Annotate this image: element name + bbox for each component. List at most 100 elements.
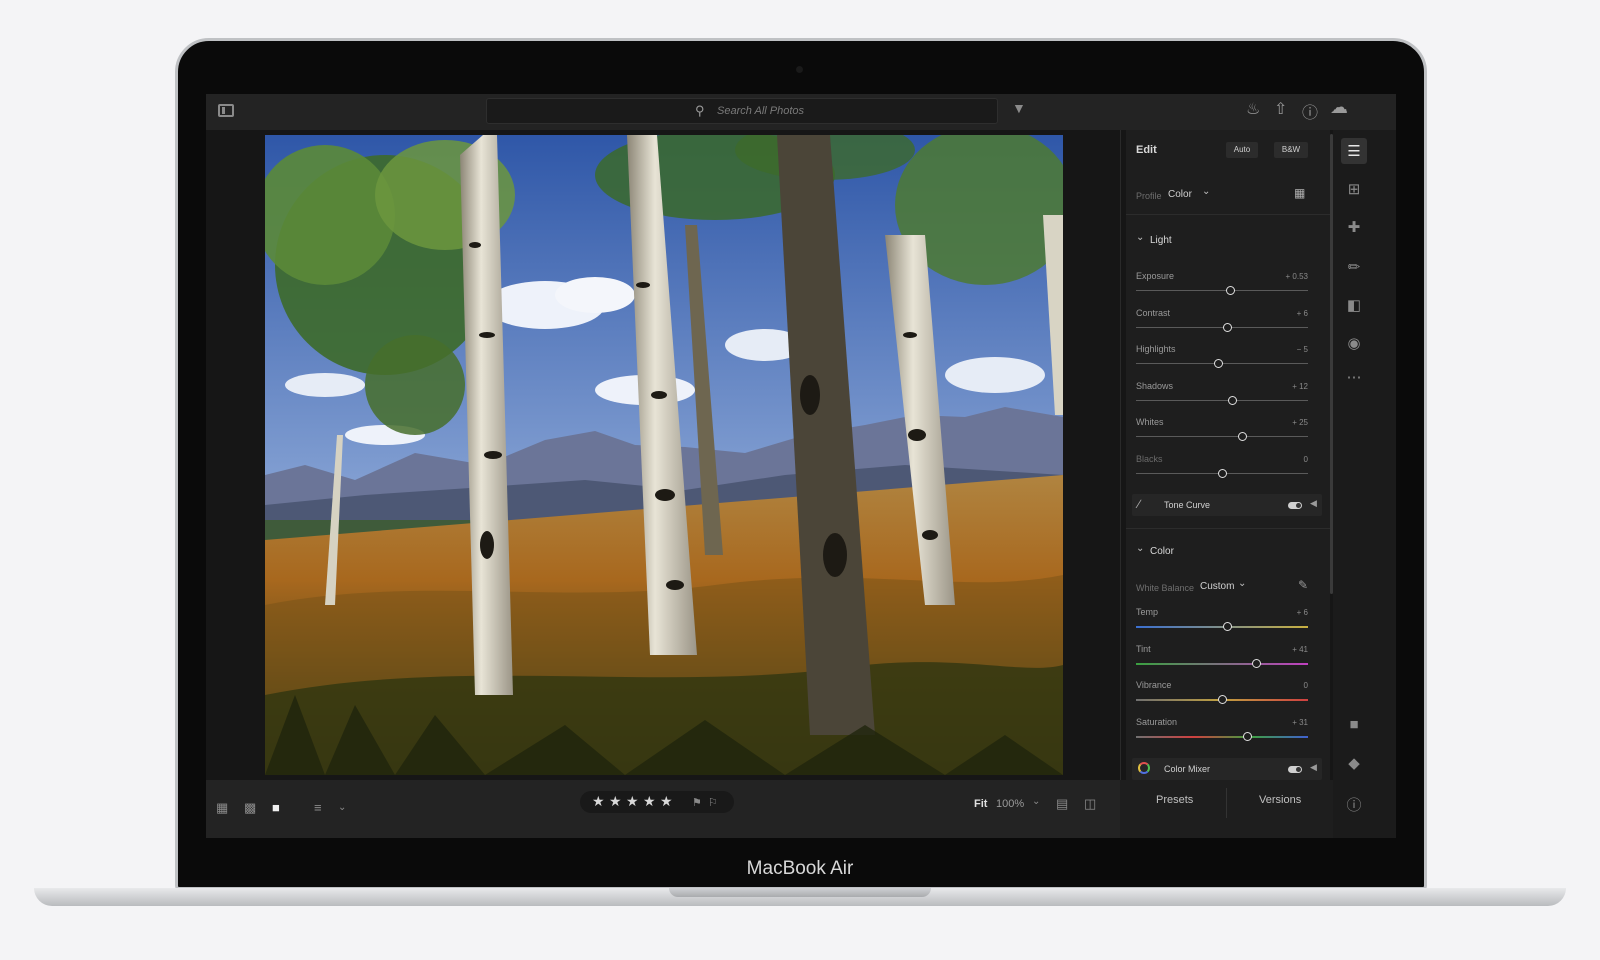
slider-thumb[interactable]: [1251, 658, 1261, 668]
crop-icon[interactable]: ⊞: [1342, 180, 1366, 198]
slider-thumb[interactable]: [1238, 432, 1248, 441]
color-mixer-toggle[interactable]: [1288, 766, 1302, 773]
tag-icon[interactable]: ◆: [1342, 754, 1366, 772]
slider-thumb[interactable]: [1214, 359, 1224, 368]
filter-icon[interactable]: ▼: [1012, 100, 1026, 116]
star-icon[interactable]: ★: [660, 793, 673, 810]
white-balance-chevron-icon[interactable]: ⌄: [1238, 578, 1246, 589]
slider-label: Saturation: [1136, 716, 1178, 727]
profile-value[interactable]: Color: [1168, 189, 1192, 200]
linear-gradient-icon[interactable]: ◧: [1342, 296, 1366, 314]
slider-track[interactable]: [1136, 662, 1308, 665]
sort-chevron-icon[interactable]: ⌄: [338, 802, 346, 813]
color-mixer-icon: [1138, 762, 1150, 774]
slider-value[interactable]: 0: [1268, 681, 1308, 690]
fit-button[interactable]: Fit: [974, 798, 987, 810]
light-section-title[interactable]: Light: [1150, 235, 1172, 246]
laptop-notch: [669, 888, 931, 897]
star-icon[interactable]: ★: [643, 793, 656, 810]
detail-view-icon[interactable]: ■: [272, 800, 280, 815]
star-icon[interactable]: ★: [626, 793, 639, 810]
star-icon[interactable]: ★: [609, 793, 622, 810]
tab-divider: [1226, 788, 1227, 818]
screen: ⚲ Search All Photos ▼ ♨ ⇧ ⓘ ☁ Edit Auto …: [206, 94, 1396, 838]
slider-value[interactable]: + 6: [1268, 309, 1308, 318]
radial-gradient-icon[interactable]: ◉: [1342, 334, 1366, 352]
light-chevron-icon[interactable]: ⌄: [1136, 232, 1144, 243]
filmstrip-icon[interactable]: ▤: [1056, 796, 1068, 812]
tone-curve-toggle[interactable]: [1288, 502, 1302, 509]
pick-flag-icon[interactable]: ⚑: [692, 796, 702, 809]
tone-curve-icon: ∕: [1138, 497, 1141, 511]
slider-thumb[interactable]: [1217, 695, 1227, 704]
more-icon[interactable]: ⋯: [1342, 368, 1366, 386]
slider-value[interactable]: + 25: [1268, 418, 1308, 427]
slider-value[interactable]: + 12: [1268, 382, 1308, 391]
square-grid-icon[interactable]: ▩: [244, 800, 256, 816]
bell-icon[interactable]: ♨: [1246, 99, 1260, 119]
comment-icon[interactable]: ■: [1342, 716, 1366, 733]
slider-value[interactable]: + 6: [1268, 608, 1308, 617]
edit-title: Edit: [1136, 144, 1157, 156]
slider-value[interactable]: + 41: [1268, 645, 1308, 654]
search-input[interactable]: ⚲ Search All Photos: [486, 98, 998, 124]
bw-button[interactable]: B&W: [1274, 142, 1308, 158]
slider-track[interactable]: [1136, 735, 1308, 738]
white-balance-value[interactable]: Custom: [1200, 581, 1234, 592]
main-photo: [265, 135, 1063, 775]
tone-curve-row[interactable]: ∕ Tone Curve ◀: [1132, 494, 1322, 516]
share-icon[interactable]: ⇧: [1274, 99, 1287, 119]
star-icon[interactable]: ★: [592, 793, 605, 810]
slider-label: Vibrance: [1136, 680, 1172, 690]
slider-label: Contrast: [1136, 307, 1171, 318]
tab-versions[interactable]: Versions: [1259, 794, 1301, 806]
color-section-title[interactable]: Color: [1150, 546, 1174, 557]
auto-button[interactable]: Auto: [1226, 142, 1258, 158]
slider-thumb[interactable]: [1226, 286, 1236, 295]
slider-track[interactable]: [1136, 399, 1308, 401]
eyedropper-icon[interactable]: ✎: [1298, 578, 1308, 592]
slider-thumb[interactable]: [1227, 395, 1237, 405]
slider-value[interactable]: + 0.53: [1268, 272, 1308, 281]
divider: [1126, 214, 1330, 215]
tool-rail: ☰ ⊞ ✚ ✏ ◧ ◉ ⋯ ■ ◆ ⓘ: [1333, 130, 1396, 838]
divider: [1126, 528, 1330, 529]
color-mixer-label: Color Mixer: [1164, 764, 1211, 774]
info-icon[interactable]: ⓘ: [1342, 794, 1366, 815]
slider-label: Blacks: [1136, 453, 1163, 464]
slider-thumb[interactable]: [1217, 468, 1227, 478]
tab-presets[interactable]: Presets: [1156, 794, 1193, 806]
slider-thumb[interactable]: [1222, 622, 1232, 631]
slider-label: Temp: [1136, 607, 1159, 617]
sort-icon[interactable]: ≡: [314, 800, 322, 815]
color-mixer-row[interactable]: Color Mixer ◀: [1132, 758, 1322, 780]
zoom-chevron-icon[interactable]: ⌄: [1032, 796, 1040, 807]
profile-label: Profile: [1136, 191, 1162, 201]
cloud-icon[interactable]: ☁: [1330, 97, 1348, 118]
sidebar-toggle-icon[interactable]: [218, 104, 234, 117]
slider-value[interactable]: + 31: [1268, 718, 1308, 727]
slider-track[interactable]: [1136, 290, 1308, 291]
color-chevron-icon[interactable]: ⌄: [1136, 543, 1144, 554]
slider-thumb[interactable]: [1222, 322, 1232, 332]
healing-icon[interactable]: ✚: [1342, 218, 1366, 236]
slider-value[interactable]: − 5: [1268, 345, 1308, 354]
grid-view-icon[interactable]: ▦: [216, 800, 228, 816]
bottom-bar: ▦ ▩ ■ ≡ ⌄ ⚑ ⚐ Fit 100% ⌄ ▤ ◫ ★ ★ ★ ★ ★: [206, 780, 1120, 838]
reject-flag-icon[interactable]: ⚐: [708, 796, 718, 809]
compare-icon[interactable]: ◫: [1084, 796, 1096, 812]
slider-track[interactable]: [1136, 436, 1308, 437]
zoom-level[interactable]: 100%: [996, 798, 1024, 810]
profile-chevron-icon[interactable]: ⌄: [1202, 186, 1210, 197]
slider-label: Whites: [1136, 417, 1164, 427]
slider-label: Highlights: [1136, 344, 1176, 354]
brush-icon[interactable]: ✏: [1342, 258, 1366, 276]
tone-curve-expand-icon[interactable]: ◀: [1310, 498, 1317, 509]
slider-thumb[interactable]: [1243, 731, 1253, 741]
color-mixer-expand-icon[interactable]: ◀: [1310, 762, 1317, 773]
profile-browser-icon[interactable]: ▦: [1294, 186, 1305, 200]
device-brand: MacBook Air: [746, 858, 854, 879]
slider-value[interactable]: 0: [1268, 455, 1308, 464]
help-icon[interactable]: ⓘ: [1302, 99, 1318, 123]
sliders-icon[interactable]: ☰: [1342, 142, 1366, 160]
